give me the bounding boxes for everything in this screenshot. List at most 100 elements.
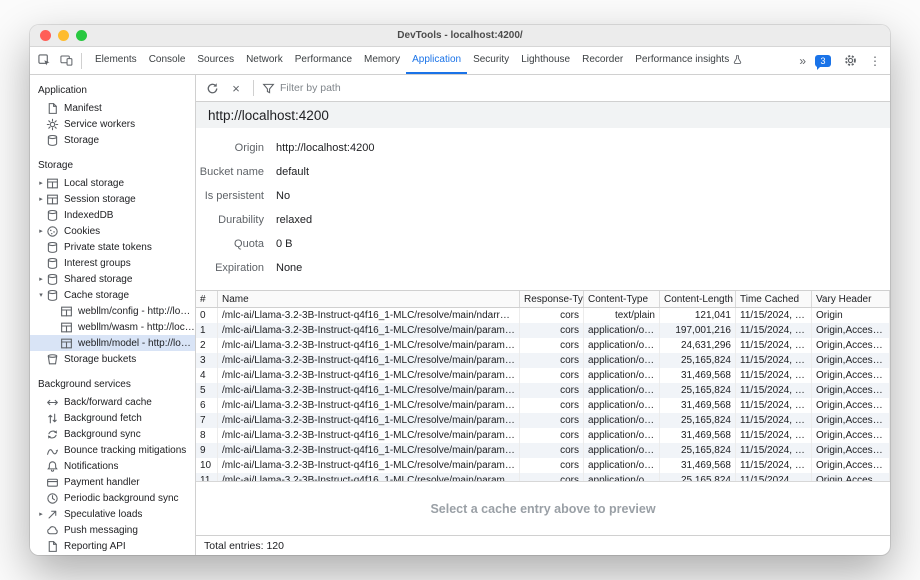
zoom-window-button[interactable] bbox=[76, 30, 87, 41]
sidebar-item-background-sync[interactable]: Background sync bbox=[30, 426, 195, 442]
refresh-icon[interactable] bbox=[202, 78, 222, 98]
column-header-time-cached[interactable]: Time Cached bbox=[736, 291, 812, 307]
cell-num: 4 bbox=[196, 368, 218, 383]
tab-performance-insights[interactable]: Performance insights bbox=[629, 47, 749, 74]
sidebar-item-payment-handler[interactable]: Payment handler bbox=[30, 474, 195, 490]
table-row[interactable]: 3/mlc-ai/Llama-3.2-3B-Instruct-q4f16_1-M… bbox=[196, 353, 890, 368]
database-icon bbox=[46, 209, 59, 222]
console-messages-badge[interactable]: 3 bbox=[815, 55, 831, 67]
tab-security[interactable]: Security bbox=[467, 47, 515, 74]
sidebar-item-speculative-loads[interactable]: ▸Speculative loads bbox=[30, 506, 195, 522]
sidebar-item-webllm-model-http-loc[interactable]: webllm/model - http://loc… bbox=[30, 335, 195, 351]
more-tabs-icon[interactable]: » bbox=[799, 54, 806, 68]
column-header-response-type[interactable]: Response-Type bbox=[520, 291, 584, 307]
table-row[interactable]: 5/mlc-ai/Llama-3.2-3B-Instruct-q4f16_1-M… bbox=[196, 383, 890, 398]
tab-memory[interactable]: Memory bbox=[358, 47, 406, 74]
tab-recorder[interactable]: Recorder bbox=[576, 47, 629, 74]
table-row[interactable]: 1/mlc-ai/Llama-3.2-3B-Instruct-q4f16_1-M… bbox=[196, 323, 890, 338]
tab-performance[interactable]: Performance bbox=[289, 47, 358, 74]
table-row[interactable]: 6/mlc-ai/Llama-3.2-3B-Instruct-q4f16_1-M… bbox=[196, 398, 890, 413]
column-header-[interactable]: # bbox=[196, 291, 218, 307]
table-row[interactable]: 8/mlc-ai/Llama-3.2-3B-Instruct-q4f16_1-M… bbox=[196, 428, 890, 443]
chevron-down-icon[interactable]: ▾ bbox=[36, 291, 46, 299]
tab-elements[interactable]: Elements bbox=[89, 47, 143, 74]
inspect-element-icon[interactable] bbox=[34, 51, 54, 71]
column-header-content-length[interactable]: Content-Length bbox=[660, 291, 736, 307]
table-row[interactable]: 9/mlc-ai/Llama-3.2-3B-Instruct-q4f16_1-M… bbox=[196, 443, 890, 458]
close-window-button[interactable] bbox=[40, 30, 51, 41]
chevron-right-icon[interactable]: ▸ bbox=[36, 195, 46, 203]
sidebar-item-label: webllm/config - http://loc… bbox=[78, 306, 195, 317]
sidebar-item-local-storage[interactable]: ▸Local storage bbox=[30, 175, 195, 191]
sidebar-item-reporting-api[interactable]: Reporting API bbox=[30, 538, 195, 554]
table-body[interactable]: 0/mlc-ai/Llama-3.2-3B-Instruct-q4f16_1-M… bbox=[196, 308, 890, 481]
sidebar-item-label: Bounce tracking mitigations bbox=[64, 445, 186, 456]
tab-sources[interactable]: Sources bbox=[191, 47, 240, 74]
chevron-right-icon[interactable]: ▸ bbox=[36, 227, 46, 235]
delete-selected-icon[interactable]: × bbox=[226, 78, 246, 98]
sidebar-item-shared-storage[interactable]: ▸Shared storage bbox=[30, 271, 195, 287]
cell-content-type: application/oc… bbox=[584, 413, 660, 428]
tab-label: Network bbox=[246, 54, 283, 65]
tabbar-right-tools: » 3 ⋮ bbox=[799, 47, 890, 74]
sidebar-item-session-storage[interactable]: ▸Session storage bbox=[30, 191, 195, 207]
sidebar-item-interest-groups[interactable]: Interest groups bbox=[30, 255, 195, 271]
meta-label: Quota bbox=[196, 238, 264, 250]
settings-gear-icon[interactable] bbox=[840, 51, 860, 71]
sidebar-item-storage-buckets[interactable]: Storage buckets bbox=[30, 351, 195, 367]
cell-content-length: 25,165,824 bbox=[660, 413, 736, 428]
table-row[interactable]: 11/mlc-ai/Llama-3.2-3B-Instruct-q4f16_1-… bbox=[196, 473, 890, 481]
sidebar-item-indexeddb[interactable]: IndexedDB bbox=[30, 207, 195, 223]
cell-name: /mlc-ai/Llama-3.2-3B-Instruct-q4f16_1-ML… bbox=[218, 308, 520, 323]
table-row[interactable]: 4/mlc-ai/Llama-3.2-3B-Instruct-q4f16_1-M… bbox=[196, 368, 890, 383]
cell-content-type: application/oc… bbox=[584, 473, 660, 481]
cell-content-length: 31,469,568 bbox=[660, 458, 736, 473]
table-row[interactable]: 7/mlc-ai/Llama-3.2-3B-Instruct-q4f16_1-M… bbox=[196, 413, 890, 428]
sidebar-item-private-state-tokens[interactable]: Private state tokens bbox=[30, 239, 195, 255]
cell-time-cached: 11/15/2024, 10… bbox=[736, 413, 812, 428]
tab-label: Performance bbox=[295, 54, 352, 65]
sidebar-item-back-forward-cache[interactable]: Back/forward cache bbox=[30, 394, 195, 410]
launch-arrow-icon bbox=[46, 508, 59, 521]
sidebar-item-cookies[interactable]: ▸Cookies bbox=[30, 223, 195, 239]
sidebar-item-service-workers[interactable]: Service workers bbox=[30, 116, 195, 132]
sidebar-item-webllm-wasm-http-loca[interactable]: webllm/wasm - http://loca… bbox=[30, 319, 195, 335]
column-header-content-type[interactable]: Content-Type bbox=[584, 291, 660, 307]
tab-console[interactable]: Console bbox=[143, 47, 192, 74]
filter-by-path-input[interactable]: Filter by path bbox=[261, 81, 341, 95]
table-row[interactable]: 0/mlc-ai/Llama-3.2-3B-Instruct-q4f16_1-M… bbox=[196, 308, 890, 323]
column-header-name[interactable]: Name bbox=[218, 291, 520, 307]
sidebar-item-periodic-background-sync[interactable]: Periodic background sync bbox=[30, 490, 195, 506]
sidebar-item-notifications[interactable]: Notifications bbox=[30, 458, 195, 474]
table-row[interactable]: 10/mlc-ai/Llama-3.2-3B-Instruct-q4f16_1-… bbox=[196, 458, 890, 473]
chevron-right-icon[interactable]: ▸ bbox=[36, 179, 46, 187]
table-row[interactable]: 2/mlc-ai/Llama-3.2-3B-Instruct-q4f16_1-M… bbox=[196, 338, 890, 353]
traffic-lights bbox=[40, 30, 87, 41]
minimize-window-button[interactable] bbox=[58, 30, 69, 41]
devtools-tabbar: ElementsConsoleSources Network Performance… bbox=[30, 47, 890, 75]
chevron-right-icon[interactable]: ▸ bbox=[36, 275, 46, 283]
column-header-vary-header[interactable]: Vary Header bbox=[812, 291, 890, 307]
sidebar-section-storage: Storage bbox=[30, 154, 195, 175]
cell-vary: Origin,Access… bbox=[812, 323, 890, 338]
sidebar-item-webllm-config-http-loc[interactable]: webllm/config - http://loc… bbox=[30, 303, 195, 319]
sidebar-item-push-messaging[interactable]: Push messaging bbox=[30, 522, 195, 538]
cell-content-type: application/oc… bbox=[584, 353, 660, 368]
sidebar-item-background-fetch[interactable]: Background fetch bbox=[30, 410, 195, 426]
tab-application[interactable]: Application bbox=[406, 47, 467, 74]
tab-network[interactable]: Network bbox=[240, 47, 289, 74]
sidebar-item-label: Push messaging bbox=[64, 525, 138, 536]
kebab-menu-icon[interactable]: ⋮ bbox=[869, 54, 881, 68]
tab-lighthouse[interactable]: Lighthouse bbox=[515, 47, 576, 74]
sidebar-item-bounce-tracking-mitigations[interactable]: Bounce tracking mitigations bbox=[30, 442, 195, 458]
sidebar-section-background-services: Background services bbox=[30, 373, 195, 394]
sidebar-item-storage[interactable]: Storage bbox=[30, 132, 195, 148]
cell-num: 7 bbox=[196, 413, 218, 428]
cell-num: 5 bbox=[196, 383, 218, 398]
sidebar-item-cache-storage[interactable]: ▾Cache storage bbox=[30, 287, 195, 303]
device-toolbar-icon[interactable] bbox=[56, 51, 76, 71]
chevron-right-icon[interactable]: ▸ bbox=[36, 510, 46, 518]
sidebar-item-manifest[interactable]: Manifest bbox=[30, 100, 195, 116]
sidebar-item-label: Service workers bbox=[64, 119, 135, 130]
cell-response-type: cors bbox=[520, 458, 584, 473]
